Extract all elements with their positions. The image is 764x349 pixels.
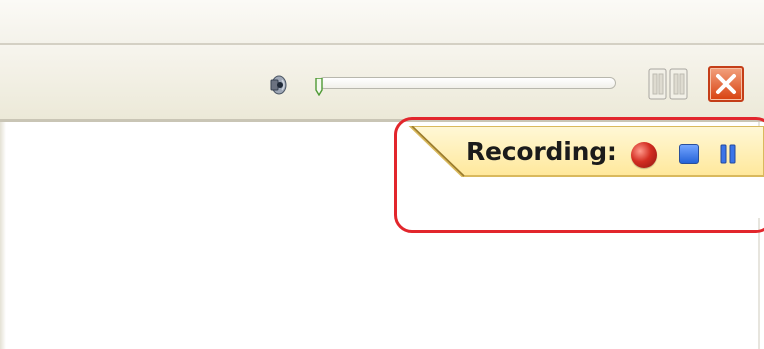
screen: Recording: [0, 0, 764, 349]
column-layout-icon[interactable] [648, 68, 688, 100]
pause-bars-icon [720, 144, 736, 164]
recording-panel: Recording: [388, 126, 764, 218]
pause-button[interactable] [719, 144, 739, 166]
stop-button[interactable] [679, 144, 699, 164]
recording-label: Recording: [466, 137, 617, 166]
top-strip [0, 0, 764, 44]
toolbar-divider [0, 119, 764, 122]
volume-slider-track[interactable] [318, 77, 616, 89]
close-x-icon [716, 74, 736, 94]
close-button[interactable] [708, 66, 744, 102]
left-edge [0, 122, 6, 349]
record-button[interactable] [631, 142, 657, 168]
volume-slider-thumb[interactable] [315, 77, 323, 97]
speaker-icon[interactable] [268, 72, 288, 98]
